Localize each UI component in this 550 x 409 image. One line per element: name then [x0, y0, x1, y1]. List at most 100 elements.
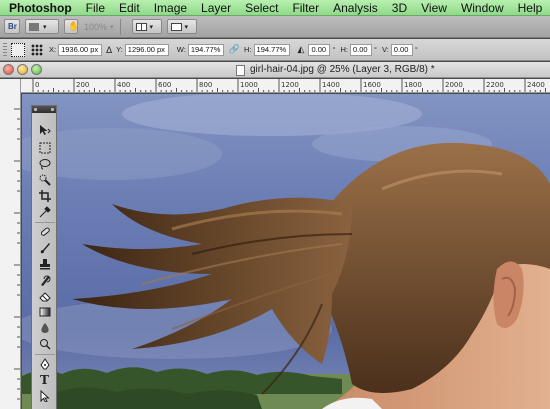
- tools-divider: [35, 354, 55, 355]
- application-bar: Br ▾ ✋ 100% ▾ ▾ ▾: [0, 16, 550, 38]
- horizontal-skew-field[interactable]: 0.00: [349, 43, 372, 56]
- type-tool-icon[interactable]: T: [36, 372, 53, 388]
- horizontal-ruler[interactable]: 0 200 400 600 800 1000 1200 1400 1600 1800 2000 220…: [21, 79, 550, 93]
- document-icon: [236, 65, 245, 76]
- rotation-angle-field[interactable]: 0.00: [308, 43, 331, 56]
- panel-menu-icon[interactable]: [51, 108, 54, 111]
- eyedropper-tool-icon[interactable]: [36, 204, 53, 220]
- ruler-label: 2400: [527, 81, 545, 89]
- ruler-ticks: 0 200 400 600 800 1000 1200 1400 1600 1800 2000 220…: [32, 79, 546, 92]
- menu-file[interactable]: File: [79, 0, 112, 16]
- lasso-tool-icon[interactable]: [36, 156, 53, 172]
- healing-brush-tool-icon[interactable]: [36, 224, 53, 240]
- arrange-documents-button[interactable]: ▾: [131, 19, 162, 34]
- menu-analysis[interactable]: Analysis: [326, 0, 385, 16]
- menu-edit[interactable]: Edit: [112, 0, 147, 16]
- h-skew-label: H:: [340, 45, 348, 54]
- menu-view[interactable]: View: [414, 0, 454, 16]
- pen-tool-icon[interactable]: [36, 356, 53, 372]
- menu-3d[interactable]: 3D: [385, 0, 414, 16]
- minimize-window-button[interactable]: [17, 64, 28, 75]
- mini-bridge-icon: [29, 22, 39, 31]
- h-skew-unit: °: [373, 45, 377, 54]
- h-label: H:: [244, 45, 252, 54]
- bridge-button[interactable]: Br: [4, 19, 20, 34]
- quick-selection-tool-icon[interactable]: [36, 172, 53, 188]
- ruler-label: 1800: [404, 81, 422, 89]
- chevron-down-icon: ▾: [43, 23, 47, 31]
- eraser-tool-icon[interactable]: [36, 288, 53, 304]
- collapse-icon[interactable]: [34, 108, 37, 111]
- x-label: X:: [49, 45, 57, 54]
- gradient-tool-icon[interactable]: [36, 304, 53, 320]
- vertical-ruler-ticks: [14, 108, 20, 400]
- document-canvas[interactable]: [22, 94, 550, 409]
- x-position-field[interactable]: 1936.00 px: [58, 43, 103, 56]
- y-label: Y:: [116, 45, 123, 54]
- appbar-divider: [119, 18, 121, 35]
- blur-tool-icon[interactable]: [36, 320, 53, 336]
- grid-icon: [135, 22, 147, 31]
- chevron-down-icon: ▾: [184, 23, 189, 31]
- ruler-label: 1600: [363, 81, 381, 89]
- v-skew-label: V:: [381, 45, 389, 54]
- clone-stamp-tool-icon[interactable]: [36, 256, 53, 272]
- menu-app-photoshop[interactable]: Photoshop: [0, 0, 79, 16]
- hand-icon: ✋: [68, 21, 80, 31]
- document-title-bar: girl-hair-04.jpg @ 25% (Layer 3, RGB/8) …: [0, 62, 550, 78]
- menu-layer[interactable]: Layer: [194, 0, 238, 16]
- angle-unit: °: [332, 45, 336, 54]
- menu-help[interactable]: Help: [511, 0, 550, 16]
- close-window-button[interactable]: [3, 64, 14, 75]
- reference-point-icon[interactable]: [31, 43, 43, 56]
- ruler-label: 1400: [322, 81, 340, 89]
- move-tool-icon[interactable]: [36, 122, 53, 138]
- tools-divider: [35, 222, 55, 223]
- screen-mode-button[interactable]: ▾: [166, 19, 197, 34]
- rotate-icon: ◭: [297, 44, 305, 54]
- link-icon[interactable]: 🔗: [229, 44, 240, 55]
- w-label: W:: [176, 45, 186, 54]
- height-scale-field[interactable]: 194.77%: [253, 43, 290, 56]
- ruler-label: 400: [117, 81, 130, 89]
- ruler-label: 1200: [281, 81, 299, 89]
- tools-panel-header[interactable]: [32, 106, 56, 113]
- y-position-field[interactable]: 1296.00 px: [124, 43, 169, 56]
- vertical-ruler[interactable]: [0, 79, 21, 409]
- width-scale-field[interactable]: 194.77%: [187, 43, 224, 56]
- menu-bar: Photoshop File Edit Image Layer Select F…: [0, 0, 550, 16]
- transform-tool-icon[interactable]: [11, 42, 25, 57]
- path-selection-tool-icon[interactable]: [36, 388, 53, 404]
- history-brush-tool-icon[interactable]: [36, 272, 53, 288]
- crop-tool-icon[interactable]: [36, 188, 53, 204]
- zoom-level[interactable]: 100%: [84, 22, 107, 32]
- document-title: girl-hair-04.jpg @ 25% (Layer 3, RGB/8) …: [250, 64, 435, 75]
- menu-select[interactable]: Select: [238, 0, 285, 16]
- menu-image[interactable]: Image: [147, 0, 194, 16]
- menu-window[interactable]: Window: [454, 0, 511, 16]
- marquee-tool-icon[interactable]: [36, 140, 53, 156]
- brush-tool-icon[interactable]: [36, 240, 53, 256]
- mini-bridge-button[interactable]: ▾: [25, 19, 59, 34]
- ruler-label: 800: [199, 81, 212, 89]
- canvas-image: [22, 94, 550, 409]
- ruler-label: 0: [35, 81, 39, 89]
- zoom-chevron-icon: ▾: [110, 23, 114, 31]
- chevron-down-icon: ▾: [149, 23, 154, 31]
- tools-panel: T: [31, 105, 57, 409]
- window-controls: [3, 64, 42, 75]
- hand-view-button[interactable]: ✋: [64, 19, 80, 34]
- grip-icon: [3, 42, 7, 57]
- dodge-tool-icon[interactable]: [36, 336, 53, 352]
- options-bar: X: 1936.00 px Δ Y: 1296.00 px W: 194.77%…: [0, 39, 550, 61]
- ruler-label: 1000: [240, 81, 258, 89]
- ruler-label: 200: [76, 81, 89, 89]
- ruler-label: 600: [158, 81, 171, 89]
- ruler-label: 2200: [486, 81, 504, 89]
- delta-icon[interactable]: Δ: [106, 45, 112, 55]
- zoom-window-button[interactable]: [31, 64, 42, 75]
- screen-mode-icon: [170, 22, 182, 31]
- ruler-label: 2000: [445, 81, 463, 89]
- menu-filter[interactable]: Filter: [285, 0, 326, 16]
- vertical-skew-field[interactable]: 0.00: [390, 43, 413, 56]
